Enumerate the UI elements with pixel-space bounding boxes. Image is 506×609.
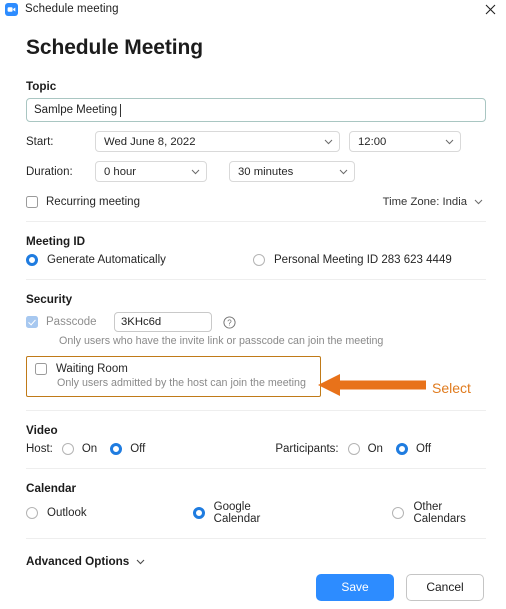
meeting-id-personal-radio[interactable]	[253, 254, 265, 266]
divider	[26, 221, 486, 222]
window-titlebar: Schedule meeting	[0, 0, 506, 18]
waiting-room-checkbox[interactable]	[35, 363, 47, 375]
video-host-label: Host:	[26, 443, 53, 455]
calendar-google-radio[interactable]	[192, 507, 205, 519]
page-title: Schedule Meeting	[26, 36, 203, 59]
zoom-camera-icon	[5, 2, 18, 16]
passcode-row: Passcode 3KHc6d ?	[26, 312, 486, 332]
timezone-label: Time Zone: India	[382, 196, 467, 208]
question-mark-icon[interactable]: ?	[223, 315, 236, 329]
passcode-checkbox[interactable]	[26, 316, 38, 328]
topic-input[interactable]: Samlpe Meeting	[26, 98, 486, 122]
calendar-options-row: Outlook Google Calendar Other Calendars	[26, 501, 486, 525]
calendar-section-title: Calendar	[26, 482, 77, 495]
calendar-section: Calendar Outlook Google Calendar Other C…	[26, 482, 486, 525]
waiting-room-row[interactable]: Waiting Room	[35, 363, 312, 375]
passcode-hint: Only users who have the invite link or p…	[59, 335, 384, 347]
video-section: Video Host: On Off Participants: On Off	[26, 424, 486, 455]
chevron-down-icon	[191, 166, 200, 178]
calendar-google-option[interactable]: Google Calendar	[192, 501, 289, 525]
save-button[interactable]: Save	[316, 573, 394, 601]
calendar-other-option[interactable]: Other Calendars	[392, 501, 486, 525]
start-row: Start: Wed June 8, 2022 12:00	[26, 131, 486, 152]
calendar-google-label: Google Calendar	[213, 501, 261, 525]
duration-minute-value: 30 minutes	[238, 165, 294, 178]
calendar-outlook-option[interactable]: Outlook	[26, 507, 87, 519]
meeting-id-personal-label: Personal Meeting ID 283 623 4449	[274, 254, 452, 266]
divider	[26, 538, 486, 539]
schedule-meeting-dialog: Schedule Meeting Topic Samlpe Meeting St…	[0, 36, 506, 570]
start-time-select[interactable]: 12:00	[349, 131, 461, 152]
video-host-on-radio[interactable]	[61, 443, 74, 455]
duration-minute-select[interactable]: 30 minutes	[229, 161, 355, 182]
timezone-selector[interactable]: Time Zone: India	[383, 196, 486, 208]
meeting-id-section: Meeting ID Generate Automatically Person…	[26, 235, 486, 266]
recurring-meeting-label: Recurring meeting	[46, 196, 140, 208]
topic-input-value: Samlpe Meeting	[34, 104, 118, 116]
svg-text:?: ?	[227, 318, 232, 327]
recurring-meeting-checkbox[interactable]	[26, 196, 38, 208]
calendar-outlook-radio[interactable]	[26, 507, 38, 519]
meeting-id-generate-label: Generate Automatically	[47, 254, 166, 266]
start-date-select[interactable]: Wed June 8, 2022	[95, 131, 340, 152]
duration-hour-value: 0 hour	[104, 165, 137, 178]
video-participants-radios: On Off	[347, 443, 432, 455]
meeting-id-generate-radio[interactable]	[26, 254, 38, 266]
video-participants-group: Participants: On Off	[275, 443, 431, 455]
video-participants-on-radio[interactable]	[347, 443, 360, 455]
video-participants-off-radio[interactable]	[395, 443, 408, 455]
video-participants-off-label: Off	[415, 443, 432, 455]
duration-label: Duration:	[26, 165, 73, 178]
cancel-button[interactable]: Cancel	[406, 573, 484, 601]
video-participants-label: Participants:	[275, 443, 339, 455]
passcode-value: 3KHc6d	[121, 316, 162, 328]
waiting-room-hint: Only users admitted by the host can join…	[57, 377, 306, 389]
video-host-on-label: On	[81, 443, 98, 455]
calendar-outlook-label: Outlook	[47, 507, 87, 519]
calendar-other-label: Other Calendars	[413, 501, 466, 525]
chevron-down-icon	[324, 136, 333, 148]
security-section: Security Passcode 3KHc6d ? Only users wh…	[26, 293, 486, 397]
topic-label: Topic	[26, 80, 57, 93]
start-time-value: 12:00	[358, 135, 387, 148]
passcode-input[interactable]: 3KHc6d	[114, 312, 212, 332]
passcode-label: Passcode	[46, 316, 97, 328]
start-date-value: Wed June 8, 2022	[104, 135, 196, 148]
chevron-down-icon	[474, 196, 483, 208]
meeting-id-section-title: Meeting ID	[26, 235, 86, 248]
calendar-other-radio[interactable]	[392, 507, 405, 519]
chevron-down-icon	[445, 136, 454, 148]
dialog-footer: Save Cancel	[0, 565, 506, 609]
meeting-id-options: Generate Automatically Personal Meeting …	[26, 254, 486, 266]
divider	[26, 468, 486, 469]
close-icon[interactable]	[480, 0, 500, 18]
video-host-off-label: Off	[130, 443, 146, 455]
divider	[26, 279, 486, 280]
divider	[26, 410, 486, 411]
security-section-title: Security	[26, 293, 73, 306]
meeting-id-personal-option[interactable]: Personal Meeting ID 283 623 4449	[253, 254, 486, 266]
video-host-off-radio[interactable]	[110, 443, 123, 455]
window-title: Schedule meeting	[25, 3, 119, 15]
duration-row: Duration: 0 hour 30 minutes	[26, 161, 486, 182]
chevron-down-icon	[339, 166, 348, 178]
waiting-room-label: Waiting Room	[56, 363, 128, 375]
video-host-group: On Off	[61, 443, 146, 455]
duration-hour-select[interactable]: 0 hour	[95, 161, 207, 182]
video-section-title: Video	[26, 424, 58, 437]
meeting-id-generate-option[interactable]: Generate Automatically	[26, 254, 166, 266]
video-participants-on-label: On	[367, 443, 383, 455]
video-options-row: Host: On Off Participants: On Off	[26, 443, 486, 455]
recurring-row: Recurring meeting Time Zone: India	[26, 196, 486, 208]
start-label: Start:	[26, 135, 54, 148]
waiting-room-highlight-box: Waiting Room Only users admitted by the …	[26, 356, 321, 397]
text-caret	[120, 103, 122, 117]
